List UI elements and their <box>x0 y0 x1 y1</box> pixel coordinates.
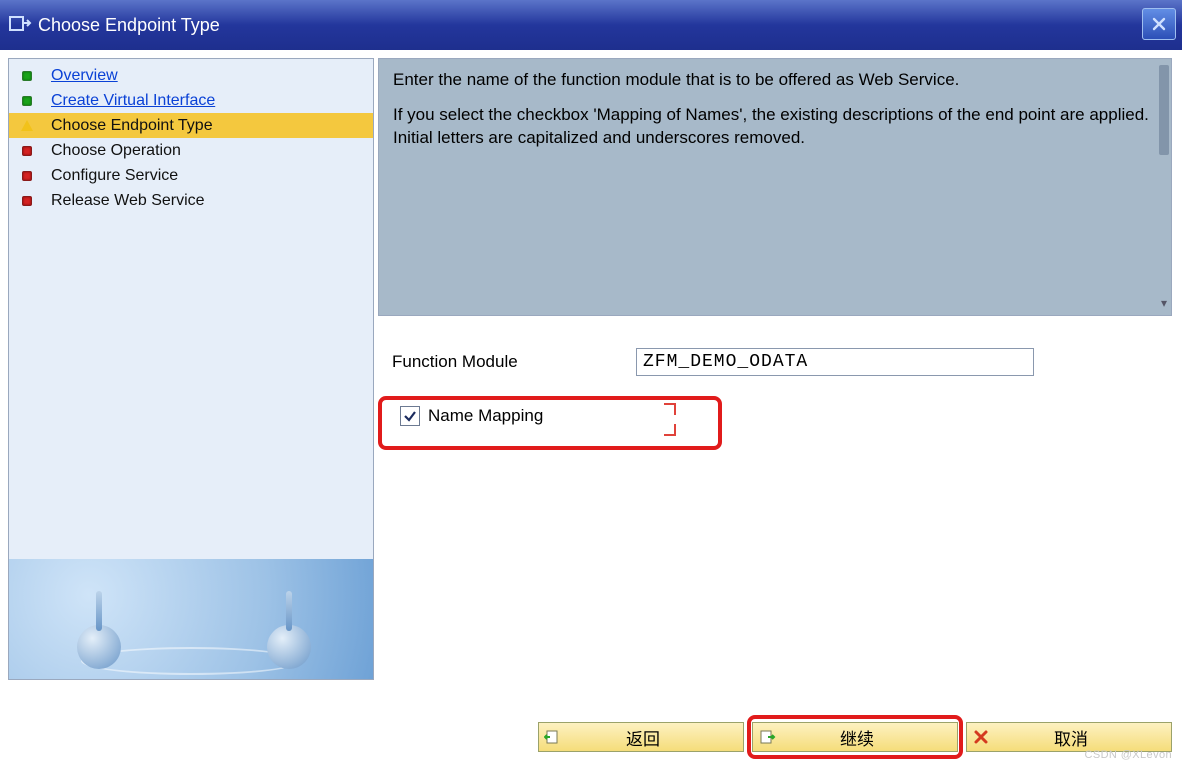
status-green-icon <box>19 68 35 84</box>
cancel-icon <box>967 729 995 745</box>
titlebar: Choose Endpoint Type <box>0 0 1182 50</box>
step-label: Create Virtual Interface <box>51 92 215 110</box>
status-red-icon <box>19 168 35 184</box>
focus-corner-icon <box>664 403 676 415</box>
watermark-text: CSDN @XLevon <box>1085 749 1173 761</box>
wizard-icon <box>8 14 32 36</box>
cancel-button-label: 取消 <box>995 725 1171 750</box>
button-bar: 返回 继续 取消 <box>0 719 1172 755</box>
continue-button-wrap: 继续 <box>752 722 958 752</box>
function-module-label: Function Module <box>392 352 636 372</box>
name-mapping-row: Name Mapping <box>400 406 543 426</box>
function-module-input[interactable] <box>636 348 1034 376</box>
body: Overview Create Virtual Interface Choose… <box>0 50 1182 763</box>
wizard-steps-list: Overview Create Virtual Interface Choose… <box>9 59 373 213</box>
main-panel: Enter the name of the function module th… <box>374 58 1172 680</box>
status-green-icon <box>19 93 35 109</box>
continue-icon <box>753 728 781 746</box>
content: Overview Create Virtual Interface Choose… <box>8 58 1172 680</box>
step-configure-service[interactable]: Configure Service <box>9 163 373 188</box>
step-label: Choose Endpoint Type <box>51 117 213 135</box>
continue-button[interactable]: 继续 <box>752 722 958 752</box>
description-line-2: If you select the checkbox 'Mapping of N… <box>393 104 1157 150</box>
status-warning-icon <box>19 118 35 134</box>
step-label: Release Web Service <box>51 192 205 210</box>
form-area: Function Module <box>378 348 1172 386</box>
wizard-window: Choose Endpoint Type Overview Create Vir… <box>0 0 1182 763</box>
description-box: Enter the name of the function module th… <box>378 58 1172 316</box>
name-mapping-checkbox[interactable] <box>400 406 420 426</box>
close-icon <box>1151 16 1167 32</box>
focus-corner-icon <box>664 424 676 436</box>
checkmark-icon <box>403 409 417 423</box>
step-release-web-service[interactable]: Release Web Service <box>9 188 373 213</box>
status-red-icon <box>19 143 35 159</box>
function-module-row: Function Module <box>392 348 1172 376</box>
back-button-label: 返回 <box>567 725 743 750</box>
scrollbar-down-icon[interactable]: ▾ <box>1159 295 1169 309</box>
back-button[interactable]: 返回 <box>538 722 744 752</box>
cancel-button[interactable]: 取消 <box>966 722 1172 752</box>
step-choose-operation[interactable]: Choose Operation <box>9 138 373 163</box>
step-choose-endpoint-type[interactable]: Choose Endpoint Type <box>9 113 373 138</box>
step-label: Configure Service <box>51 167 178 185</box>
step-overview[interactable]: Overview <box>9 63 373 88</box>
step-label: Choose Operation <box>51 142 181 160</box>
close-button[interactable] <box>1142 8 1176 40</box>
wizard-sidebar: Overview Create Virtual Interface Choose… <box>8 58 374 680</box>
step-create-virtual-interface[interactable]: Create Virtual Interface <box>9 88 373 113</box>
step-label: Overview <box>51 67 118 85</box>
status-red-icon <box>19 193 35 209</box>
name-mapping-label: Name Mapping <box>428 406 543 426</box>
decorative-water-image <box>9 559 373 679</box>
continue-button-label: 继续 <box>781 725 957 750</box>
scrollbar-thumb[interactable] <box>1159 65 1169 155</box>
window-title: Choose Endpoint Type <box>38 15 220 36</box>
description-line-1: Enter the name of the function module th… <box>393 69 1157 92</box>
back-icon <box>539 728 567 746</box>
